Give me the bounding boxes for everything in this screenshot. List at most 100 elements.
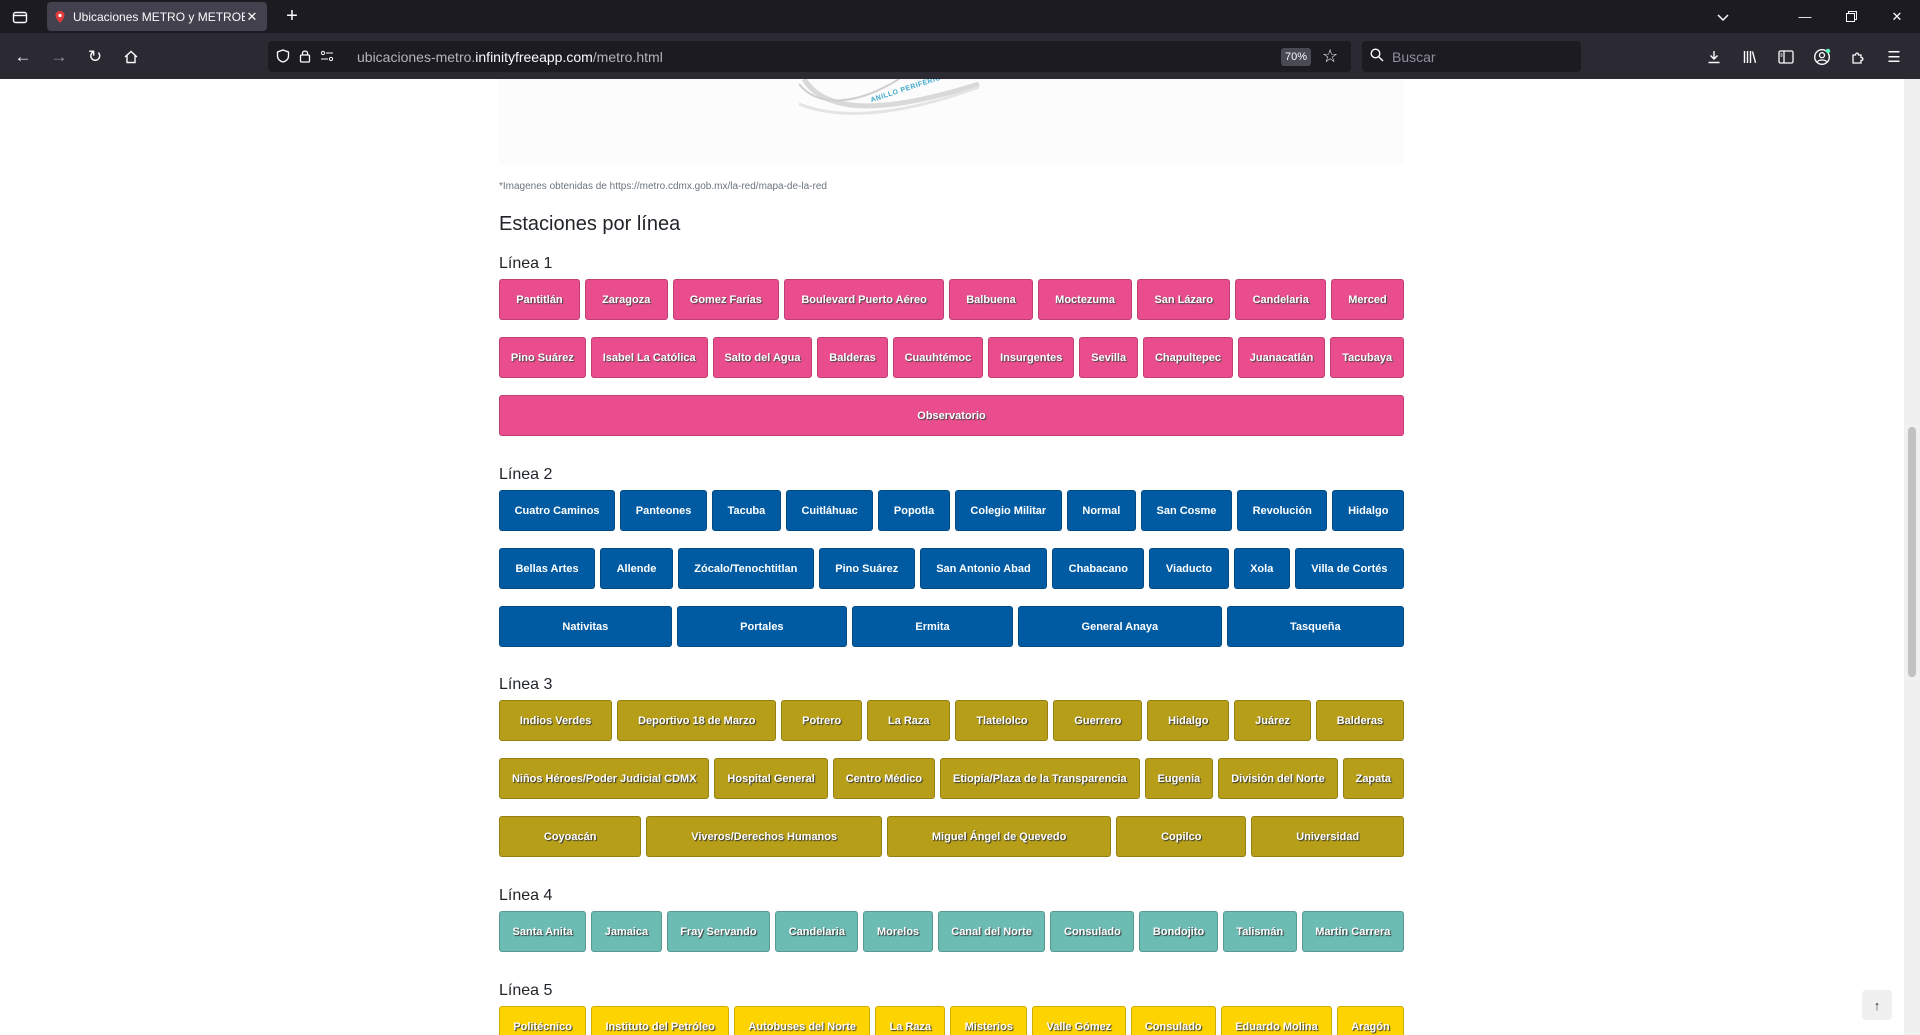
station-button[interactable]: Tlatelolco [955,700,1049,741]
station-button[interactable]: Chapultepec [1143,337,1233,378]
station-button[interactable]: Potrero [781,700,863,741]
station-button[interactable]: Misterios [950,1006,1028,1035]
back-arrow-icon[interactable]: ← [10,44,36,70]
station-button[interactable]: Miguel Ángel de Quevedo [887,816,1112,857]
station-button[interactable]: Popotla [878,490,950,531]
station-button[interactable]: Eduardo Molina [1220,1006,1332,1035]
station-button[interactable]: San Lázaro [1137,279,1231,320]
search-bar[interactable] [1362,41,1581,72]
station-button[interactable]: Hospital General [714,758,828,799]
station-button[interactable]: Observatorio [499,395,1404,436]
sidebar-icon[interactable] [1773,44,1799,70]
station-button[interactable]: Fray Servando [666,911,771,952]
station-button[interactable]: Coyoacán [499,816,642,857]
station-button[interactable]: Allende [600,548,673,589]
station-button[interactable]: Merced [1331,279,1404,320]
station-button[interactable]: Juanacatlán [1237,337,1326,378]
station-button[interactable]: Tacubaya [1330,337,1405,378]
page-scrollbar[interactable] [1904,79,1920,1035]
station-button[interactable]: Copilco [1116,816,1247,857]
station-button[interactable]: Hidalgo [1147,700,1230,741]
station-button[interactable]: Jamaica [591,911,662,952]
station-button[interactable]: Pino Suárez [499,337,586,378]
station-button[interactable]: Politécnico [499,1006,587,1035]
scrollbar-thumb[interactable] [1908,427,1916,677]
scroll-to-top-button[interactable]: ↑ [1862,990,1892,1020]
station-button[interactable]: Tasqueña [1226,606,1404,647]
station-button[interactable]: Chabacano [1052,548,1145,589]
station-button[interactable]: Candelaria [1235,279,1327,320]
station-button[interactable]: Deportivo 18 de Marzo [617,700,777,741]
station-button[interactable]: Santa Anita [499,911,587,952]
station-button[interactable]: Tacuba [711,490,781,531]
account-icon[interactable] [1809,44,1835,70]
station-button[interactable]: Balderas [1315,700,1405,741]
zoom-level-indicator[interactable]: 70% [1281,48,1311,66]
station-button[interactable]: Moctezuma [1037,279,1133,320]
station-button[interactable]: Nativitas [499,606,672,647]
station-button[interactable]: Bellas Artes [499,548,596,589]
station-button[interactable]: Instituto del Petróleo [591,1006,730,1035]
station-button[interactable]: Juárez [1234,700,1311,741]
station-button[interactable]: Balbuena [949,279,1033,320]
station-button[interactable]: Cuatro Caminos [499,490,616,531]
download-icon[interactable] [1701,44,1727,70]
chevron-down-icon[interactable] [1712,6,1734,28]
station-button[interactable]: Balderas [817,337,888,378]
new-tab-button[interactable]: + [280,4,304,28]
address-bar[interactable]: ubicaciones-metro.infinityfreeapp.com/me… [268,41,1351,72]
station-button[interactable]: Universidad [1251,816,1405,857]
station-button[interactable]: Pino Suárez [818,548,915,589]
station-button[interactable]: Boulevard Puerto Aéreo [784,279,945,320]
station-button[interactable]: Indios Verdes [499,700,613,741]
search-input[interactable] [1392,48,1572,65]
station-button[interactable]: Consulado [1050,911,1135,952]
station-button[interactable]: Zapata [1342,758,1404,799]
station-button[interactable]: Valle Gómez [1032,1006,1126,1035]
station-button[interactable]: Isabel La Católica [590,337,708,378]
station-button[interactable]: Revolución [1237,490,1328,531]
station-button[interactable]: Viveros/Derechos Humanos [646,816,882,857]
station-button[interactable]: Sevilla [1079,337,1139,378]
station-button[interactable]: Cuitláhuac [785,490,874,531]
station-button[interactable]: Hidalgo [1332,490,1405,531]
station-button[interactable]: Gomez Farías [672,279,780,320]
active-tab[interactable]: Ubicaciones METRO y METROB ✕ [47,2,267,31]
station-button[interactable]: División del Norte [1218,758,1338,799]
station-button[interactable]: Panteones [620,490,707,531]
restore-window-button[interactable] [1828,0,1874,33]
reload-icon[interactable]: ↻ [82,44,108,70]
station-button[interactable]: Eugenia [1144,758,1214,799]
station-button[interactable]: San Antonio Abad [919,548,1048,589]
station-button[interactable]: Etiopía/Plaza de la Transparencia [940,758,1140,799]
station-button[interactable]: Insurgentes [988,337,1075,378]
permissions-icon[interactable] [319,48,335,64]
station-button[interactable]: Morelos [863,911,933,952]
lock-icon[interactable] [297,48,313,64]
station-button[interactable]: Consulado [1130,1006,1216,1035]
minimize-window-button[interactable]: — [1782,0,1828,33]
station-button[interactable]: General Anaya [1018,606,1222,647]
station-button[interactable]: Canal del Norte [937,911,1046,952]
station-button[interactable]: La Raza [867,700,951,741]
station-button[interactable]: Portales [676,606,847,647]
station-button[interactable]: Xola [1233,548,1290,589]
library-icon[interactable] [1737,44,1763,70]
station-button[interactable]: Ermita [852,606,1014,647]
close-tab-icon[interactable]: ✕ [245,9,259,25]
url-text[interactable]: ubicaciones-metro.infinityfreeapp.com/me… [357,49,663,65]
list-all-tabs-button[interactable] [8,5,32,29]
station-button[interactable]: Zaragoza [584,279,668,320]
station-button[interactable]: San Cosme [1140,490,1232,531]
station-button[interactable]: Centro Médico [832,758,936,799]
star-icon[interactable]: ☆ [1322,46,1338,67]
station-button[interactable]: Talismán [1222,911,1297,952]
station-button[interactable]: Cuauhtémoc [892,337,984,378]
station-button[interactable]: Autobuses del Norte [734,1006,871,1035]
station-button[interactable]: Zócalo/Tenochtitlan [677,548,814,589]
forward-arrow-icon[interactable]: → [46,44,72,70]
station-button[interactable]: Normal [1066,490,1136,531]
station-button[interactable]: Colegio Militar [954,490,1062,531]
shield-icon[interactable] [275,48,291,64]
station-button[interactable]: Guerrero [1053,700,1143,741]
